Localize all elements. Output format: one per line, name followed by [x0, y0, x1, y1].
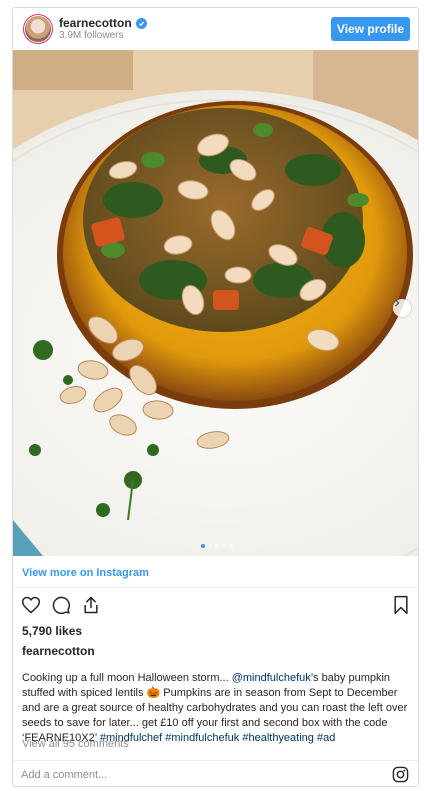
next-slide-button[interactable] — [393, 299, 411, 317]
hashtag-link[interactable]: #ad — [317, 732, 335, 744]
mention-link[interactable]: @mindfulchefuk — [232, 672, 311, 684]
post-header: fearnecotton 3.9M followers View profile — [13, 8, 418, 50]
share-icon[interactable] — [81, 595, 101, 615]
carousel-dot — [200, 544, 205, 548]
comment-bar — [13, 760, 418, 786]
followers-count: 3.9M followers — [59, 30, 124, 41]
chevron-right-icon — [394, 299, 400, 307]
view-profile-button[interactable]: View profile — [331, 17, 410, 41]
view-comments-link[interactable]: View all 95 comments — [22, 738, 129, 750]
hashtag-link[interactable]: #healthyeating — [242, 732, 314, 744]
heart-icon[interactable] — [21, 595, 41, 615]
verified-badge-icon — [135, 17, 147, 29]
view-more-link[interactable]: View more on Instagram — [22, 567, 149, 579]
likes-count[interactable]: 5,790 likes — [22, 624, 82, 638]
comment-input[interactable] — [21, 767, 361, 783]
hashtag-link[interactable]: #mindfulchefuk — [165, 732, 239, 744]
carousel-dot — [228, 544, 233, 548]
carousel-dot — [207, 544, 212, 548]
caption-text: Cooking up a full moon Halloween storm..… — [22, 672, 232, 684]
instagram-logo-icon[interactable] — [392, 766, 409, 783]
instagram-embed: fearnecotton 3.9M followers View profile — [12, 7, 419, 787]
food-photo-illustration — [13, 50, 418, 556]
comment-icon[interactable] — [51, 595, 71, 615]
post-photo[interactable] — [13, 50, 418, 556]
post-caption: Cooking up a full moon Halloween storm..… — [22, 671, 414, 746]
bookmark-icon[interactable] — [392, 595, 410, 615]
action-bar — [21, 595, 101, 615]
username-row: fearnecotton — [59, 16, 147, 30]
carousel-dot — [221, 544, 226, 548]
post-author[interactable]: fearnecotton — [22, 644, 95, 658]
carousel-dot — [214, 544, 219, 548]
avatar[interactable] — [25, 16, 51, 42]
divider — [13, 587, 418, 588]
carousel-dots — [13, 544, 418, 550]
username[interactable]: fearnecotton — [59, 16, 132, 30]
